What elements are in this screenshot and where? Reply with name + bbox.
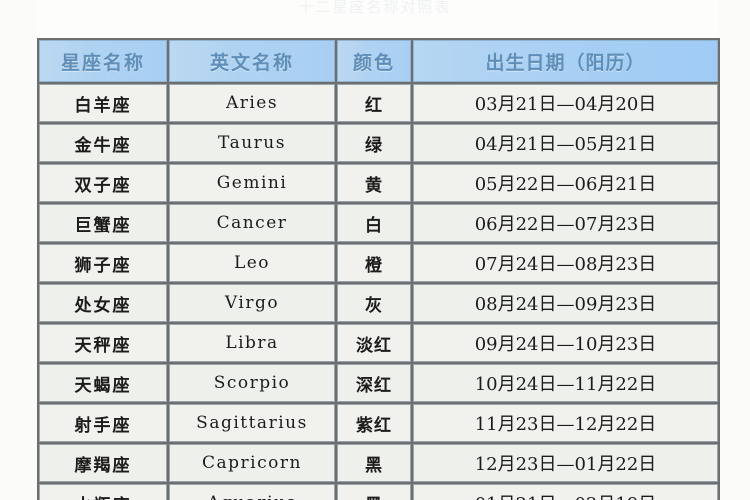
table-row: 金牛座 Taurus 绿 04月21日—05月21日: [39, 124, 718, 162]
cell-zodiac-name: 射手座: [39, 404, 167, 442]
cell-color: 灰: [337, 284, 411, 322]
table-body: 白羊座 Aries 红 03月21日—04月20日 金牛座 Taurus 绿 0…: [39, 84, 718, 500]
cell-color: 淡红: [337, 324, 411, 362]
column-header-birth-date: 出生日期（阳历）: [413, 40, 718, 82]
cell-color: 黑: [337, 444, 411, 482]
cell-zodiac-name: 天秤座: [39, 324, 167, 362]
table-header-row: 星座名称 英文名称 颜色 出生日期（阳历）: [39, 40, 718, 82]
cell-birth-date: 03月21日—04月20日: [413, 84, 718, 122]
cell-zodiac-name: 处女座: [39, 284, 167, 322]
cell-color: 紫红: [337, 404, 411, 442]
cell-color: 黄: [337, 164, 411, 202]
cell-english-name: Sagittarius: [169, 404, 335, 442]
cell-english-name: Cancer: [169, 204, 335, 242]
cell-birth-date: 07月24日—08月23日: [413, 244, 718, 282]
cell-zodiac-name: 天蝎座: [39, 364, 167, 402]
table-row: 处女座 Virgo 灰 08月24日—09月23日: [39, 284, 718, 322]
page-right-margin: [718, 0, 750, 500]
table-row: 天秤座 Libra 淡红 09月24日—10月23日: [39, 324, 718, 362]
cell-english-name: Libra: [169, 324, 335, 362]
cell-birth-date: 11月23日—12月22日: [413, 404, 718, 442]
cell-english-name: Capricorn: [169, 444, 335, 482]
table-row: 水瓶座 Aquarius 黑 01月21日—02月19日: [39, 484, 718, 500]
cell-english-name: Aries: [169, 84, 335, 122]
table-row: 双子座 Gemini 黄 05月22日—06月21日: [39, 164, 718, 202]
cell-color: 红: [337, 84, 411, 122]
zodiac-reference-page: 十二星座名称对照表 星座名称 英文名称 颜色 出生日期（阳历） 白羊座 Arie…: [0, 0, 750, 500]
cell-color: 绿: [337, 124, 411, 162]
cell-zodiac-name: 金牛座: [39, 124, 167, 162]
cell-birth-date: 06月22日—07月23日: [413, 204, 718, 242]
cell-birth-date: 08月24日—09月23日: [413, 284, 718, 322]
cell-birth-date: 12月23日—01月22日: [413, 444, 718, 482]
cell-birth-date: 10月24日—11月22日: [413, 364, 718, 402]
column-header-english-name: 英文名称: [169, 40, 335, 82]
table-row: 狮子座 Leo 橙 07月24日—08月23日: [39, 244, 718, 282]
cell-birth-date: 01月21日—02月19日: [413, 484, 718, 500]
clipped-page-title: 十二星座名称对照表: [298, 0, 452, 14]
table-header: 星座名称 英文名称 颜色 出生日期（阳历）: [39, 40, 718, 82]
column-header-color: 颜色: [337, 40, 411, 82]
cell-zodiac-name: 摩羯座: [39, 444, 167, 482]
cell-english-name: Leo: [169, 244, 335, 282]
cell-birth-date: 04月21日—05月21日: [413, 124, 718, 162]
cell-english-name: Taurus: [169, 124, 335, 162]
zodiac-table: 星座名称 英文名称 颜色 出生日期（阳历） 白羊座 Aries 红 03月21日…: [37, 38, 720, 500]
cell-english-name: Virgo: [169, 284, 335, 322]
cell-zodiac-name: 水瓶座: [39, 484, 167, 500]
cell-zodiac-name: 巨蟹座: [39, 204, 167, 242]
table-row: 白羊座 Aries 红 03月21日—04月20日: [39, 84, 718, 122]
cell-zodiac-name: 双子座: [39, 164, 167, 202]
table-row: 摩羯座 Capricorn 黑 12月23日—01月22日: [39, 444, 718, 482]
cell-birth-date: 09月24日—10月23日: [413, 324, 718, 362]
cell-color: 橙: [337, 244, 411, 282]
table-row: 射手座 Sagittarius 紫红 11月23日—12月22日: [39, 404, 718, 442]
cell-birth-date: 05月22日—06月21日: [413, 164, 718, 202]
cell-zodiac-name: 狮子座: [39, 244, 167, 282]
cell-zodiac-name: 白羊座: [39, 84, 167, 122]
column-header-zodiac-name: 星座名称: [39, 40, 167, 82]
cell-english-name: Gemini: [169, 164, 335, 202]
cell-color: 黑: [337, 484, 411, 500]
table-row: 天蝎座 Scorpio 深红 10月24日—11月22日: [39, 364, 718, 402]
cell-english-name: Scorpio: [169, 364, 335, 402]
page-left-margin: [0, 0, 37, 500]
cell-english-name: Aquarius: [169, 484, 335, 500]
table-row: 巨蟹座 Cancer 白 06月22日—07月23日: [39, 204, 718, 242]
cell-color: 白: [337, 204, 411, 242]
cell-color: 深红: [337, 364, 411, 402]
zodiac-table-container: 星座名称 英文名称 颜色 出生日期（阳历） 白羊座 Aries 红 03月21日…: [37, 38, 720, 500]
